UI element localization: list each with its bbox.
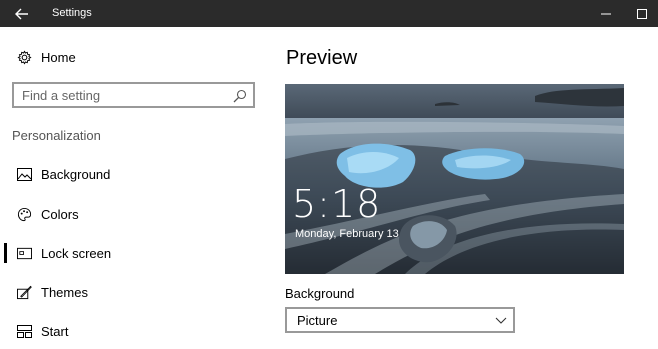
sidebar-item-label: Lock screen — [41, 245, 112, 261]
sidebar-item-start[interactable]: Start — [0, 313, 270, 349]
preview-background-image — [285, 84, 624, 274]
maximize-icon — [637, 8, 647, 19]
title-bar: Settings — [0, 0, 658, 27]
background-dropdown-value: Picture — [297, 313, 338, 328]
minimize-button[interactable] — [590, 0, 622, 27]
chevron-down-icon — [495, 317, 507, 324]
palette-icon — [16, 206, 32, 222]
sidebar-item-themes[interactable]: Themes — [0, 274, 270, 310]
lock-screen-time: 5:18 — [292, 182, 382, 226]
section-title: Personalization — [12, 128, 101, 143]
themes-icon — [16, 284, 32, 300]
start-icon — [16, 323, 32, 339]
page-title: Preview — [286, 47, 358, 69]
sidebar-item-home[interactable]: Home — [0, 43, 270, 71]
lock-screen-date: Monday, February 13 — [295, 228, 399, 240]
selection-indicator — [4, 243, 7, 263]
gear-icon — [16, 49, 32, 65]
sidebar-item-colors[interactable]: Colors — [0, 196, 270, 232]
sidebar-item-label: Background — [41, 166, 111, 182]
sidebar-item-lock-screen[interactable]: Lock screen — [0, 235, 270, 271]
picture-icon — [16, 166, 32, 182]
search-box[interactable] — [12, 82, 255, 108]
sidebar-item-background[interactable]: Background — [0, 156, 270, 192]
maximize-button[interactable] — [626, 0, 658, 27]
search-icon[interactable] — [233, 89, 247, 103]
back-button[interactable] — [0, 0, 44, 27]
lock-screen-preview: 5:18 Monday, February 13 — [285, 84, 624, 274]
sidebar-item-label: Start — [41, 323, 69, 339]
background-label: Background — [285, 286, 355, 301]
lock-screen-icon — [16, 245, 32, 261]
app-title: Settings — [52, 7, 92, 19]
arrow-left-icon — [15, 8, 28, 19]
sidebar: Home Personalization Background Color — [0, 27, 270, 349]
background-dropdown[interactable]: Picture — [285, 307, 515, 333]
minimize-icon — [601, 13, 611, 14]
sidebar-item-label: Themes — [41, 284, 88, 300]
sidebar-item-label: Colors — [41, 206, 79, 222]
main-content: Preview 5:18 Monday, February 13 Backgro… — [270, 27, 658, 349]
home-label: Home — [41, 49, 76, 65]
search-input[interactable] — [22, 87, 222, 104]
